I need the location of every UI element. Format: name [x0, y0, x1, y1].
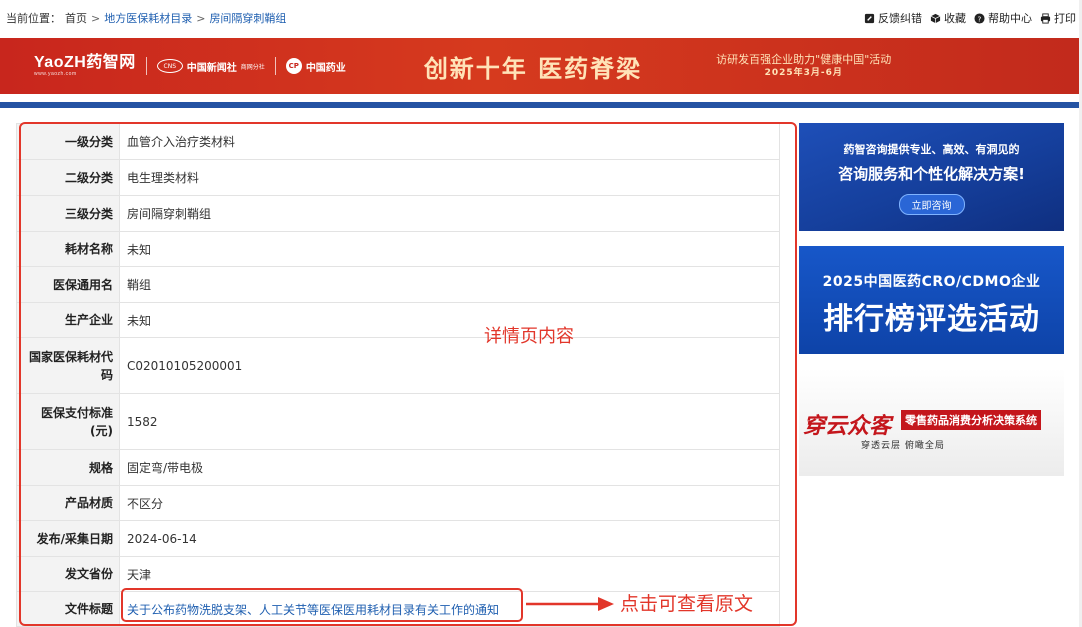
- field-label: 医保支付标准(元): [16, 393, 120, 450]
- banner-divider: [145, 57, 147, 75]
- field-label: 国家医保耗材代码: [16, 337, 120, 394]
- field-value: 1582: [119, 393, 780, 450]
- field-label: 发布/采集日期: [16, 520, 120, 557]
- breadcrumb-current[interactable]: 房间隔穿刺鞘组: [209, 10, 286, 26]
- table-row: 国家医保耗材代码 C02010105200001: [16, 337, 780, 394]
- field-label: 二级分类: [16, 159, 120, 196]
- activity-title: 访研发百强企业助力"健康中国"活动: [716, 52, 892, 66]
- field-label: 耗材名称: [16, 231, 120, 267]
- retail-ad-brand: 穿云众客: [803, 413, 892, 439]
- breadcrumb: 当前位置： 首页 > 地方医保耗材目录 > 房间隔穿刺鞘组: [6, 10, 286, 26]
- field-label: 规格: [16, 449, 120, 486]
- detail-panel: 一级分类 血管介入治疗类材料 二级分类 电生理类材料 三级分类 房间隔穿刺鞘组 …: [16, 123, 780, 627]
- feedback-label: 反馈纠错: [878, 12, 922, 25]
- china-pharma-logo: CP 中国药业: [285, 58, 346, 74]
- cro-ranking-ad[interactable]: 2025中国医药CRO/CDMO企业 排行榜评选活动: [799, 246, 1064, 354]
- field-value: 电生理类材料: [119, 159, 780, 196]
- field-value: 未知: [119, 231, 780, 267]
- print-button[interactable]: 打印: [1040, 10, 1076, 26]
- cp-circle-icon: CP: [285, 58, 302, 74]
- retail-analysis-ad[interactable]: 穿云众客 零售药品消费分析决策系统 穿透云层 俯瞰全局: [799, 368, 1064, 476]
- table-row: 医保通用名 鞘组: [16, 266, 780, 303]
- help-icon: ?: [974, 12, 985, 24]
- cns-logo: CNS 中国新闻社 商网分社: [156, 59, 265, 74]
- cro-ad-line2: 排行榜评选活动: [823, 302, 1040, 337]
- header-divider: [0, 102, 1082, 108]
- field-value: 血管介入治疗类材料: [119, 123, 780, 160]
- detail-table: 一级分类 血管介入治疗类材料 二级分类 电生理类材料 三级分类 房间隔穿刺鞘组 …: [16, 123, 780, 627]
- help-button[interactable]: ? 帮助中心: [974, 10, 1032, 26]
- field-label: 发文省份: [16, 556, 120, 592]
- table-row: 发布/采集日期 2024-06-14: [16, 520, 780, 557]
- help-label: 帮助中心: [988, 12, 1032, 25]
- field-value: 天津: [119, 556, 780, 592]
- field-value: 固定弯/带电极: [119, 449, 780, 486]
- consulting-ad-line2: 咨询服务和个性化解决方案!: [838, 165, 1025, 183]
- table-row: 产品材质 不区分: [16, 485, 780, 521]
- table-row: 三级分类 房间隔穿刺鞘组: [16, 195, 780, 232]
- field-label: 一级分类: [16, 123, 120, 160]
- field-value: 未知: [119, 302, 780, 338]
- retail-ad-tag: 零售药品消费分析决策系统: [901, 410, 1041, 430]
- consulting-ad-line1: 药智咨询提供专业、高效、有洞见的: [843, 143, 1020, 156]
- field-label: 产品材质: [16, 485, 120, 521]
- breadcrumb-catalog[interactable]: 地方医保耗材目录: [104, 10, 192, 26]
- consult-now-button[interactable]: 立即咨询: [898, 194, 965, 215]
- cns-logo-sub: 商网分社: [240, 63, 265, 71]
- document-title-link[interactable]: 关于公布药物洗脱支架、人工关节等医保医用耗材目录有关工作的通知: [127, 603, 499, 617]
- promo-banner[interactable]: YaoZH药智网 www.yaozh.com CNS 中国新闻社 商网分社 CP…: [0, 38, 1080, 94]
- banner-slogan: 创新十年 医药脊梁: [423, 53, 643, 83]
- link-annotation: 点击可查看原文: [620, 593, 754, 615]
- svg-text:?: ?: [978, 14, 982, 23]
- consulting-ad[interactable]: 药智咨询提供专业、高效、有洞见的 咨询服务和个性化解决方案! 立即咨询: [799, 123, 1064, 231]
- table-row: 二级分类 电生理类材料: [16, 159, 780, 196]
- field-label: 文件标题: [16, 591, 120, 627]
- favorite-label: 收藏: [944, 12, 966, 25]
- table-row: 一级分类 血管介入治疗类材料: [16, 123, 780, 160]
- field-value: 鞘组: [119, 266, 780, 303]
- field-label: 生产企业: [16, 302, 120, 338]
- activity-date: 2025年3月-6月: [764, 68, 843, 79]
- table-row: 规格 固定弯/带电极: [16, 449, 780, 486]
- field-value: C02010105200001: [119, 337, 780, 394]
- feedback-button[interactable]: 反馈纠错: [864, 10, 922, 26]
- toolbar: 反馈纠错 收藏 ? 帮助中心 打印: [864, 10, 1076, 26]
- edit-icon: [864, 13, 875, 23]
- banner-activity: 访研发百强企业助力"健康中国"活动 2025年3月-6月: [716, 53, 891, 80]
- yaozh-logo-url: www.yaozh.com: [34, 71, 77, 77]
- yaozh-logo-text: YaoZH药智网: [34, 54, 136, 71]
- field-label: 三级分类: [16, 195, 120, 232]
- cro-ad-line1: 2025中国医药CRO/CDMO企业: [822, 274, 1041, 290]
- field-value: 2024-06-14: [119, 520, 780, 557]
- table-row: 医保支付标准(元) 1582: [16, 393, 780, 450]
- field-label: 医保通用名: [16, 266, 120, 303]
- yaozh-logo: YaoZH药智网 www.yaozh.com: [34, 55, 136, 77]
- breadcrumb-prefix: 当前位置：: [6, 12, 61, 25]
- favorite-button[interactable]: 收藏: [930, 10, 966, 26]
- cns-logo-text: 中国新闻社: [186, 62, 237, 74]
- china-pharma-text: 中国药业: [305, 62, 346, 74]
- field-value: 房间隔穿刺鞘组: [119, 195, 780, 232]
- table-row: 发文省份 天津: [16, 556, 780, 592]
- breadcrumb-separator: >: [91, 11, 101, 25]
- field-value: 不区分: [119, 485, 780, 521]
- detail-annotation: 详情页内容: [484, 326, 574, 347]
- breadcrumb-separator: >: [196, 11, 206, 25]
- breadcrumb-home[interactable]: 首页: [65, 10, 87, 26]
- table-row: 生产企业 未知: [16, 302, 780, 338]
- arrow-icon: [526, 597, 614, 611]
- table-row: 耗材名称 未知: [16, 231, 780, 267]
- cube-icon: [930, 13, 941, 23]
- top-bar: 当前位置： 首页 > 地方医保耗材目录 > 房间隔穿刺鞘组 反馈纠错 收藏 ? …: [0, 0, 1082, 36]
- print-label: 打印: [1054, 12, 1076, 25]
- cns-ring-icon: CNS: [156, 59, 183, 73]
- retail-ad-sub: 穿透云层 俯瞰全局: [861, 441, 945, 451]
- print-icon: [1040, 12, 1051, 24]
- banner-divider: [274, 57, 276, 75]
